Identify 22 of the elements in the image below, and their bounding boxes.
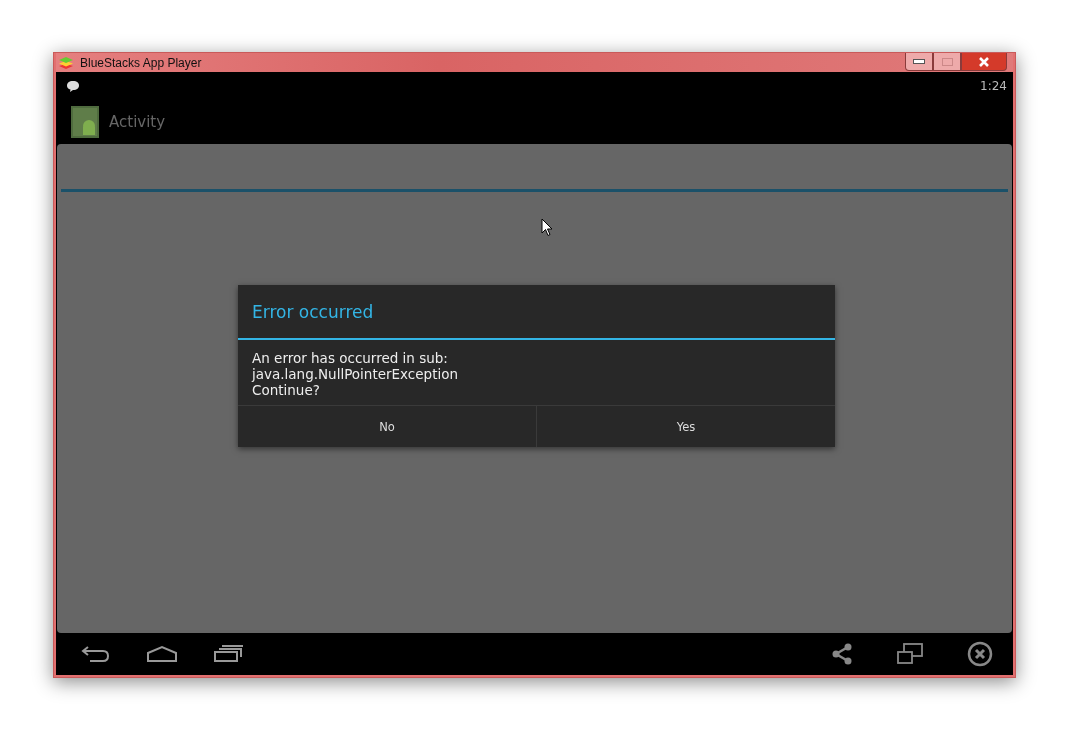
dialog-button[interactable]: No	[238, 406, 536, 447]
status-time: 1:24	[980, 79, 1007, 93]
maximize-button[interactable]	[933, 53, 961, 71]
minimize-icon	[913, 59, 925, 64]
activity-title: Activity	[109, 113, 166, 131]
back-icon[interactable]	[80, 645, 110, 663]
maximize-icon	[941, 57, 953, 66]
recent-apps-icon[interactable]	[214, 645, 244, 663]
chat-bubble-icon	[66, 79, 80, 93]
dialog-message: An error has occurred in sub: java.lang.NullPointerException Continue?	[250, 349, 459, 400]
windows-icon[interactable]	[897, 643, 923, 665]
dialog-button[interactable]: Yes	[536, 406, 835, 447]
dialog-title: Error occurred	[238, 285, 835, 340]
home-icon[interactable]	[146, 645, 178, 663]
minimize-button[interactable]	[905, 53, 933, 71]
mouse-cursor-icon	[541, 218, 553, 237]
close-icon[interactable]	[967, 641, 993, 667]
close-icon	[978, 56, 990, 67]
close-button[interactable]	[961, 53, 1007, 71]
share-icon[interactable]	[831, 643, 853, 665]
stacked-layers-icon	[58, 55, 74, 70]
window-title: BlueStacks App Player	[80, 55, 202, 70]
